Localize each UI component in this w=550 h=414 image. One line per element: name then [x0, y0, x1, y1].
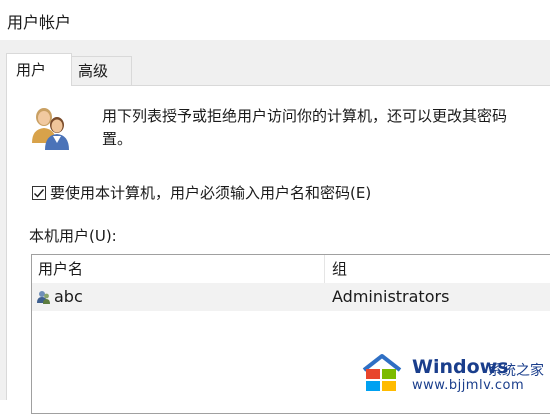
column-separator[interactable] [324, 255, 325, 283]
description-text: 用下列表授予或拒绝用户访问你的计算机，还可以更改其密码 置。 [102, 105, 550, 151]
column-header-group[interactable]: 组 [332, 255, 347, 283]
description-line-2: 置。 [102, 130, 133, 148]
site-watermark: Windows 系统之家 www.bjjmlv.com [360, 350, 550, 398]
window-title: 用户帐户 [7, 13, 72, 32]
windows-logo-icon [362, 354, 402, 391]
title-bar: 用户帐户 [0, 0, 550, 40]
local-users-label: 本机用户(U): [29, 227, 117, 245]
require-password-checkbox[interactable] [32, 185, 46, 200]
users-icon [32, 108, 69, 150]
user-accounts-dialog: 用户帐户 用户 高级 用下列表授予或拒绝用户访问你的计算机，还可以更改其密码 置… [0, 0, 550, 414]
column-header-username[interactable]: 用户名 [38, 255, 83, 283]
user-icon [37, 291, 50, 304]
tab-users[interactable]: 用户 [6, 53, 72, 86]
checkmark-icon [34, 188, 45, 198]
list-header: 用户名 组 [32, 255, 550, 284]
row-username: abc [54, 287, 83, 306]
require-password-row[interactable]: 要使用本计算机，用户必须输入用户名和密码(E) [32, 182, 371, 203]
table-row[interactable]: abc Administrators [32, 283, 550, 311]
require-password-label: 要使用本计算机，用户必须输入用户名和密码(E) [50, 184, 372, 202]
row-group: Administrators [332, 287, 450, 306]
watermark-cn-text: 系统之家 [488, 363, 544, 379]
description-line-1: 用下列表授予或拒绝用户访问你的计算机，还可以更改其密码 [102, 107, 508, 125]
watermark-url: www.bjjmlv.com [412, 378, 525, 393]
tab-advanced[interactable]: 高级 [72, 56, 132, 85]
